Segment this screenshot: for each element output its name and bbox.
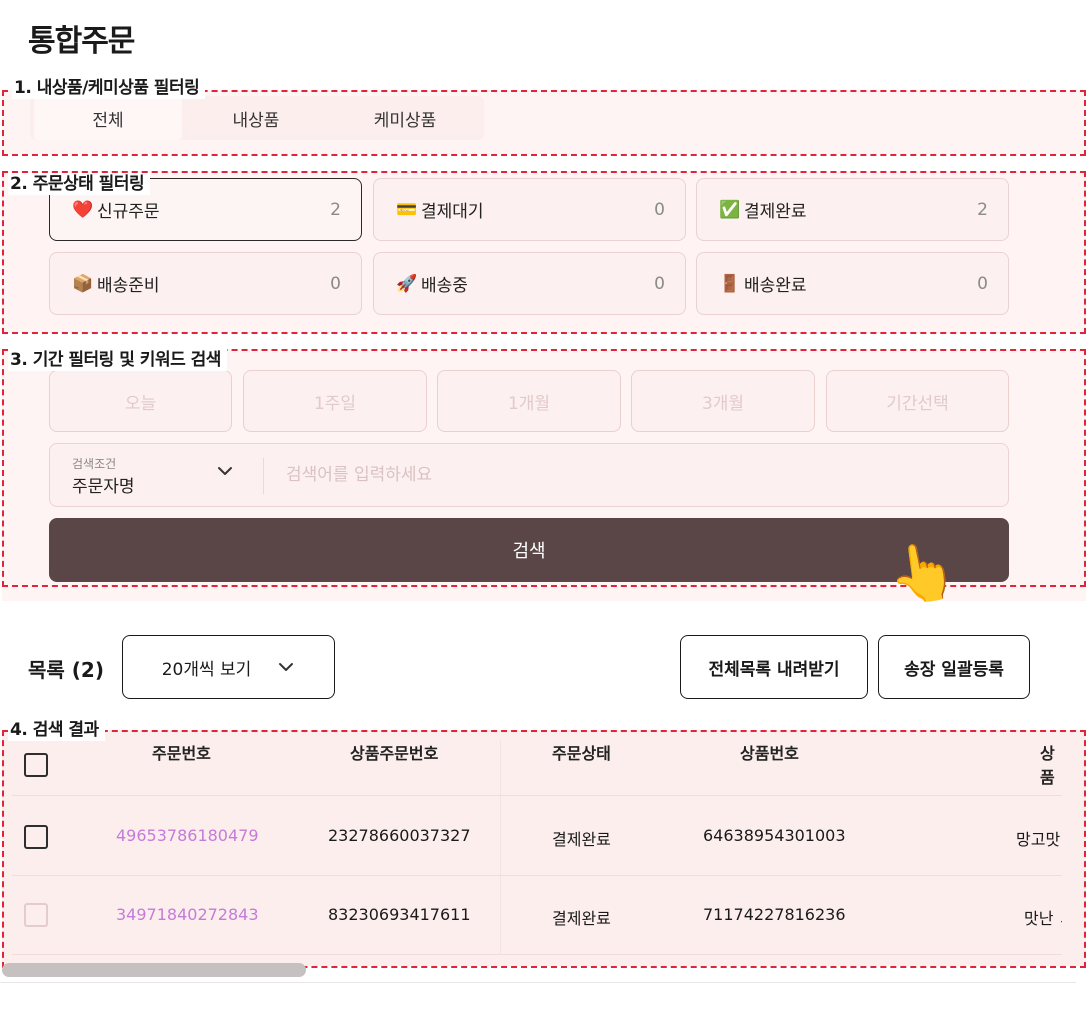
page-size-select[interactable]: 20개씩 보기 xyxy=(122,635,335,699)
pointing-hand-icon: 👆 xyxy=(883,536,962,611)
section1-annotation-label: 1. 내상품/케미상품 필터링 xyxy=(12,77,206,99)
bulk-invoice-button[interactable]: 송장 일괄등록 xyxy=(878,635,1030,699)
horizontal-scrollbar-track xyxy=(0,982,1076,983)
section2-annotation-label: 2. 주문상태 필터링 xyxy=(8,173,151,195)
section4-annotation-frame xyxy=(2,730,1086,968)
download-all-button[interactable]: 전체목록 내려받기 xyxy=(680,635,868,699)
horizontal-scrollbar-thumb[interactable] xyxy=(2,963,306,977)
chevron-down-icon xyxy=(279,663,294,671)
section2-annotation-frame xyxy=(2,171,1086,334)
section3-annotation-label: 3. 기간 필터링 및 키워드 검색 xyxy=(8,349,227,371)
section4-annotation-label: 4. 검색 결과 xyxy=(8,719,105,741)
page-size-label: 20개씩 보기 xyxy=(161,659,252,680)
page-title: 통합주문 xyxy=(28,24,135,59)
section1-annotation-frame xyxy=(2,90,1086,156)
list-title: 목록 (2) xyxy=(28,658,104,682)
